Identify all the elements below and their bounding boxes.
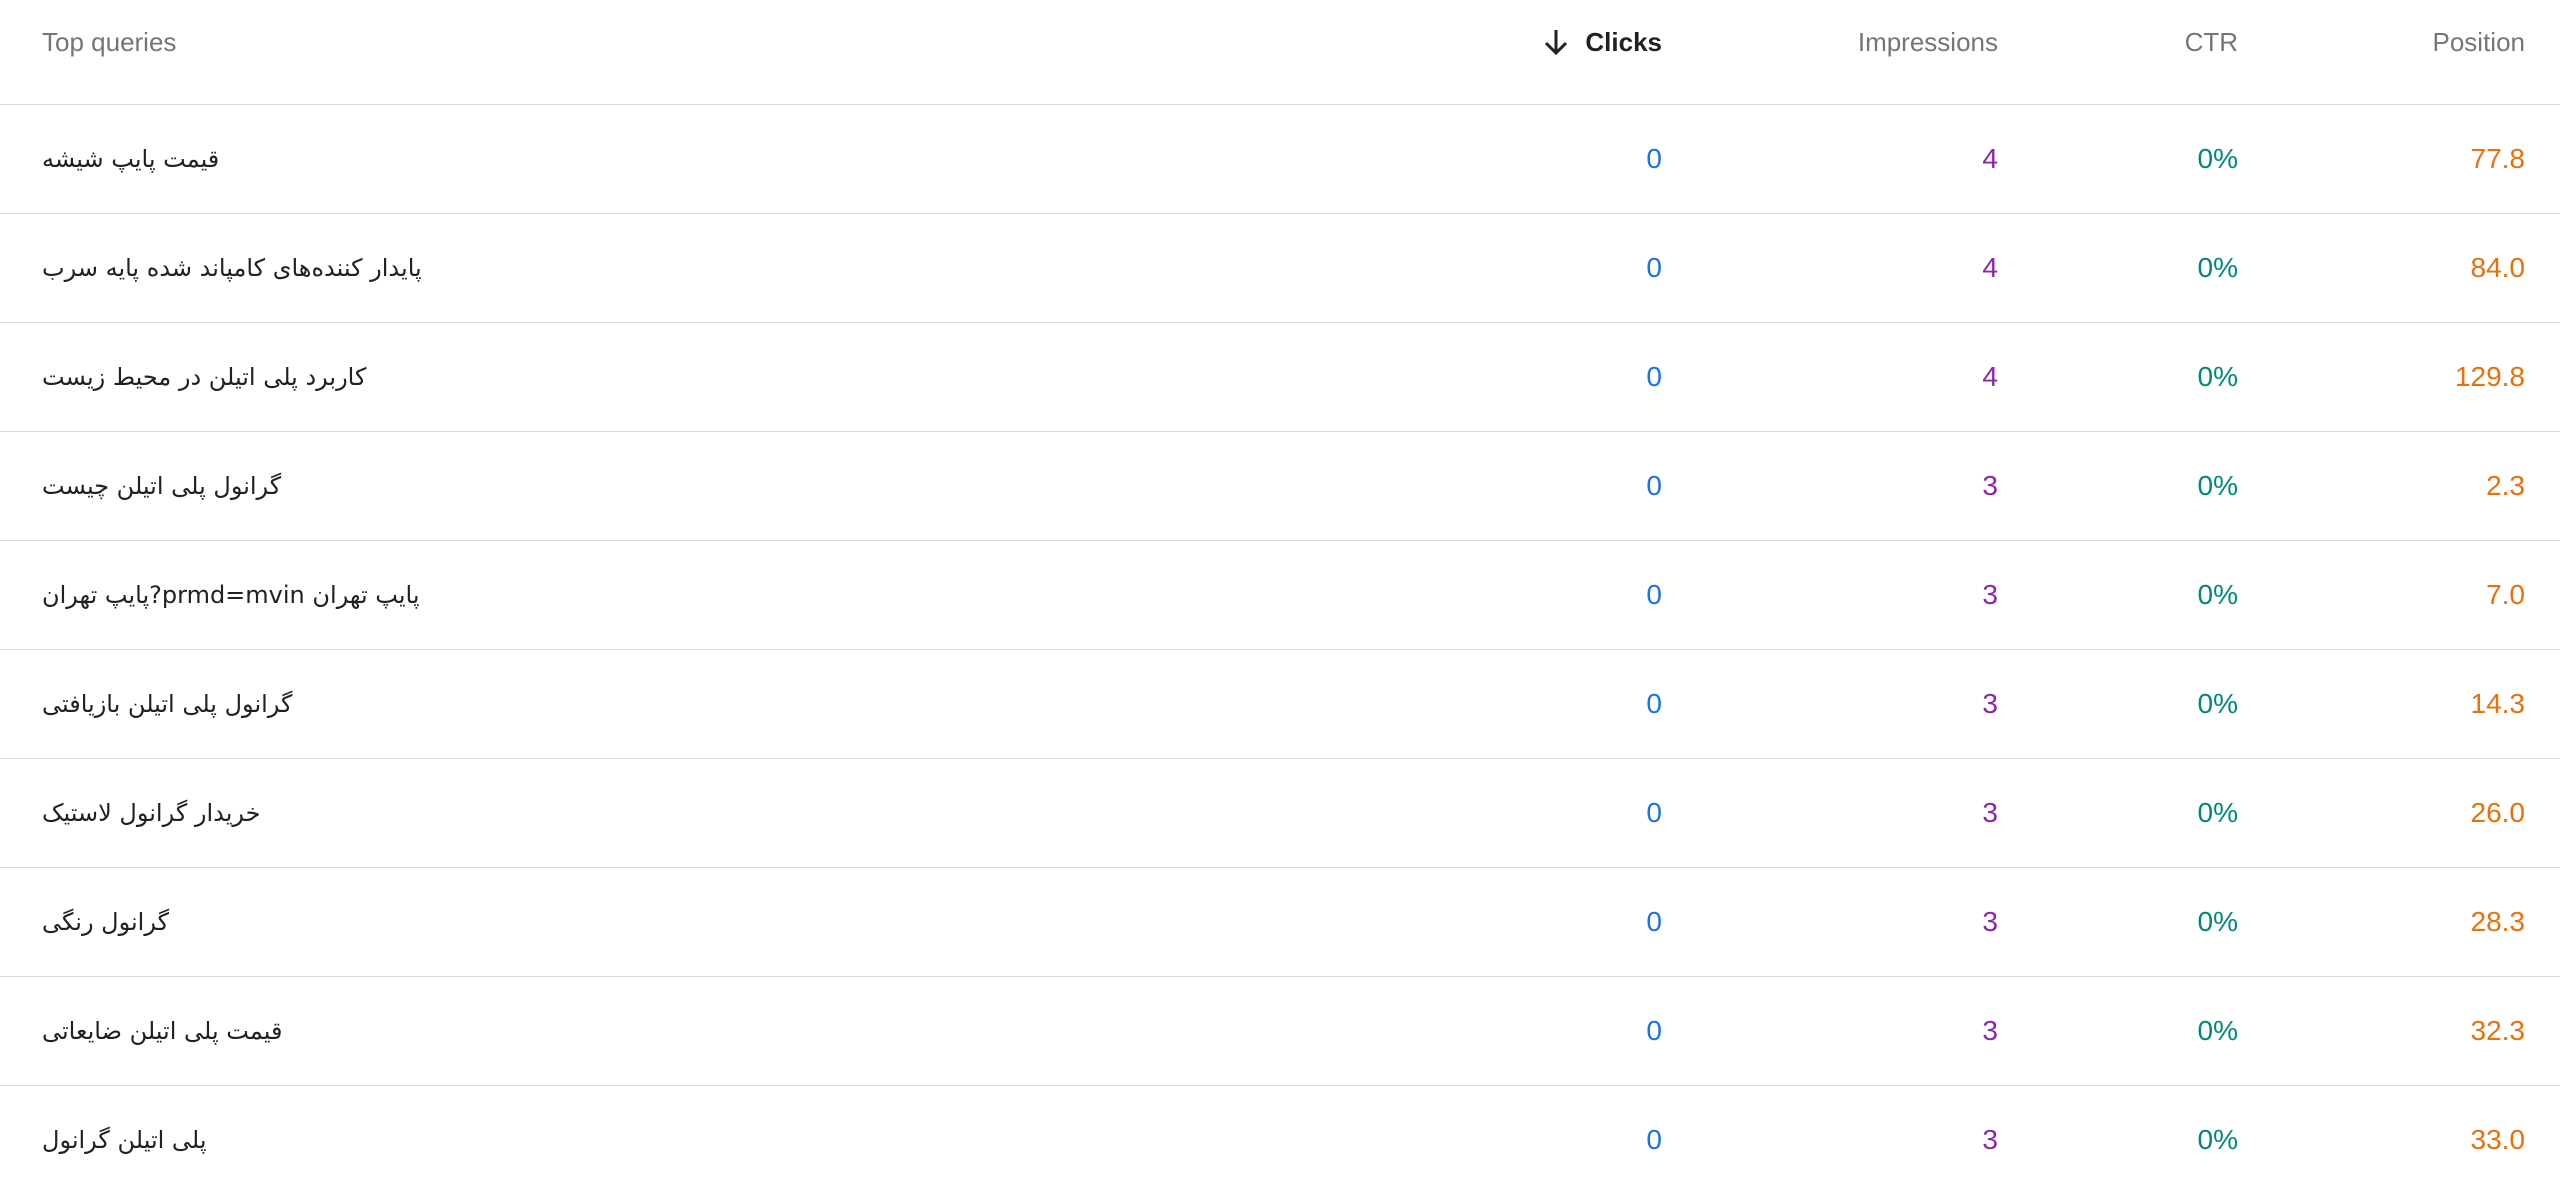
impressions-cell: 3 <box>1982 1124 1998 1155</box>
table-row[interactable]: قیمت پلی اتیلن ضایعاتی 0 3 0% 32.3 <box>0 977 2560 1086</box>
table-row[interactable]: خریدار گرانول لاستیک 0 3 0% 26.0 <box>0 759 2560 868</box>
position-cell: 77.8 <box>2470 143 2526 174</box>
query-cell: خریدار گرانول لاستیک <box>42 799 261 827</box>
position-cell: 7.0 <box>2486 579 2525 610</box>
header-clicks-label: Clicks <box>1585 26 1662 57</box>
ctr-cell: 0% <box>2197 797 2238 828</box>
position-cell: 129.8 <box>2454 361 2525 392</box>
query-cell: قیمت پلی اتیلن ضایعاتی <box>42 1017 283 1045</box>
impressions-cell: 3 <box>1982 688 1998 719</box>
header-ctr[interactable]: CTR <box>2185 0 2238 84</box>
clicks-cell: 0 <box>1646 797 1662 828</box>
position-cell: 84.0 <box>2470 252 2526 283</box>
table-row[interactable]: گرانول رنگی 0 3 0% 28.3 <box>0 868 2560 977</box>
clicks-cell: 0 <box>1646 470 1662 501</box>
header-top-queries: Top queries <box>42 26 177 57</box>
clicks-cell: 0 <box>1646 688 1662 719</box>
header-position[interactable]: Position <box>2433 0 2526 84</box>
ctr-cell: 0% <box>2197 143 2238 174</box>
impressions-cell: 3 <box>1982 797 1998 828</box>
table-row[interactable]: کاربرد پلی اتیلن در محیط زیست 0 4 0% 129… <box>0 323 2560 432</box>
table-row[interactable]: پایپ تهران prmd=mvin?پایپ تهران 0 3 0% 7… <box>0 541 2560 650</box>
ctr-cell: 0% <box>2197 1124 2238 1155</box>
ctr-cell: 0% <box>2197 906 2238 937</box>
query-cell: گرانول پلی اتیلن چیست <box>42 472 282 500</box>
clicks-cell: 0 <box>1646 143 1662 174</box>
position-cell: 2.3 <box>2486 470 2525 501</box>
query-cell: قیمت پایپ شیشه <box>42 145 220 173</box>
clicks-cell: 0 <box>1646 579 1662 610</box>
impressions-cell: 4 <box>1982 252 1998 283</box>
arrow-down-icon <box>1541 27 1571 57</box>
table-row[interactable]: گرانول پلی اتیلن چیست 0 3 0% 2.3 <box>0 432 2560 541</box>
position-cell: 33.0 <box>2470 1124 2526 1155</box>
query-cell: گرانول پلی اتیلن بازیافتی <box>42 690 293 718</box>
header-clicks[interactable]: Clicks <box>1541 0 1662 84</box>
table-row[interactable]: قیمت پایپ شیشه 0 4 0% 77.8 <box>0 105 2560 214</box>
table-header: Top queries Clicks Impressions CTR Posit… <box>0 0 2560 105</box>
top-queries-table: Top queries Clicks Impressions CTR Posit… <box>0 0 2560 1188</box>
table-row[interactable]: پایدار کننده‌های کامپاند شده پایه سرب 0 … <box>0 214 2560 323</box>
ctr-cell: 0% <box>2197 361 2238 392</box>
position-cell: 32.3 <box>2470 1015 2526 1046</box>
clicks-cell: 0 <box>1646 1015 1662 1046</box>
ctr-cell: 0% <box>2197 1015 2238 1046</box>
impressions-cell: 3 <box>1982 1015 1998 1046</box>
clicks-cell: 0 <box>1646 252 1662 283</box>
query-cell: گرانول رنگی <box>42 908 170 936</box>
ctr-cell: 0% <box>2197 579 2238 610</box>
position-cell: 14.3 <box>2470 688 2526 719</box>
ctr-cell: 0% <box>2197 688 2238 719</box>
position-cell: 26.0 <box>2470 797 2526 828</box>
impressions-cell: 3 <box>1982 906 1998 937</box>
ctr-cell: 0% <box>2197 252 2238 283</box>
table-row[interactable]: پلی اتیلن گرانول 0 3 0% 33.0 <box>0 1086 2560 1188</box>
header-impressions[interactable]: Impressions <box>1858 0 1998 84</box>
clicks-cell: 0 <box>1646 906 1662 937</box>
clicks-cell: 0 <box>1646 361 1662 392</box>
position-cell: 28.3 <box>2470 906 2526 937</box>
impressions-cell: 3 <box>1982 579 1998 610</box>
table-row[interactable]: گرانول پلی اتیلن بازیافتی 0 3 0% 14.3 <box>0 650 2560 759</box>
impressions-cell: 4 <box>1982 361 1998 392</box>
ctr-cell: 0% <box>2197 470 2238 501</box>
query-cell: پایپ تهران prmd=mvin?پایپ تهران <box>42 581 420 609</box>
impressions-cell: 3 <box>1982 470 1998 501</box>
query-cell: پلی اتیلن گرانول <box>42 1126 207 1154</box>
query-cell: کاربرد پلی اتیلن در محیط زیست <box>42 363 367 391</box>
impressions-cell: 4 <box>1982 143 1998 174</box>
clicks-cell: 0 <box>1646 1124 1662 1155</box>
query-cell: پایدار کننده‌های کامپاند شده پایه سرب <box>42 254 422 282</box>
